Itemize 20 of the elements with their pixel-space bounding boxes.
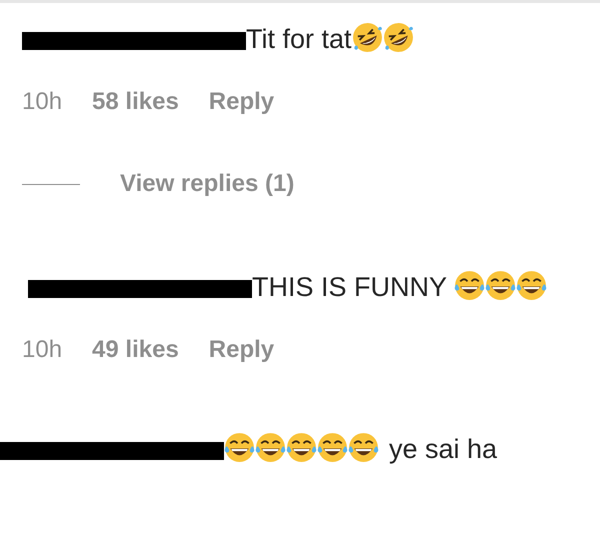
laughing-face-icon [285,431,318,464]
reply-link[interactable]: Reply [208,335,274,365]
laughing-face-icon [350,21,384,54]
comment-text: THIS IS FUNNY [252,272,447,302]
comment-text: ye sai ha [389,434,498,464]
laughing-face-icon [382,21,415,54]
comment-time: 10h [22,87,62,117]
laughing-face-icon [484,269,518,302]
like-count[interactable]: 58 likes [92,87,179,117]
laughing-face-icon [347,431,380,464]
view-replies-link[interactable]: View replies (1) [120,169,294,199]
comment-text: Tit for tat [246,24,352,54]
laughing-face-icon [515,269,548,302]
comment-time: 10h [22,335,62,365]
laughing-face-icon [316,431,349,464]
laughing-face-icon [453,269,486,302]
laughing-face-icon [254,431,287,464]
laughing-face-icon [223,431,256,464]
reply-link[interactable]: Reply [208,87,274,117]
like-count[interactable]: 49 likes [92,335,179,365]
